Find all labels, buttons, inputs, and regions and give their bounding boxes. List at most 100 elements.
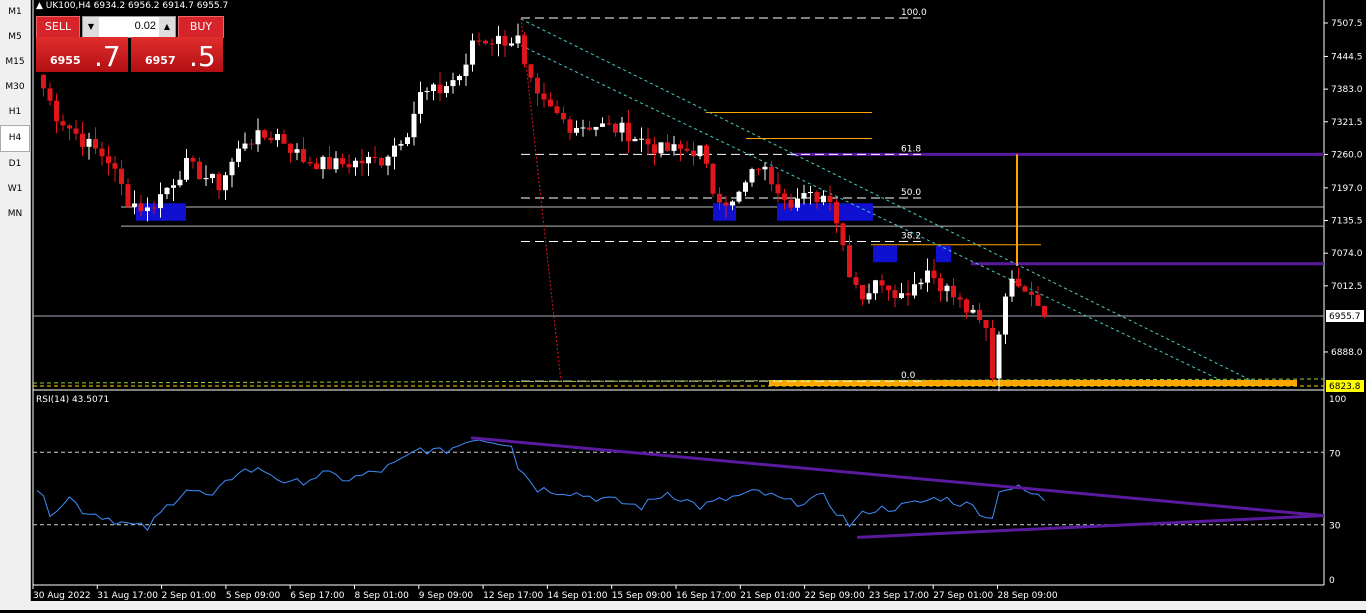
- candle-bull[interactable]: [619, 122, 625, 133]
- candle-bear[interactable]: [548, 99, 553, 107]
- candle-bear[interactable]: [528, 64, 534, 78]
- candle-bear[interactable]: [990, 327, 995, 379]
- candle-bear[interactable]: [886, 285, 891, 291]
- candle-bull[interactable]: [444, 86, 449, 93]
- candle-bear[interactable]: [67, 125, 72, 129]
- lot-size-stepper[interactable]: ▼ ▲: [82, 16, 176, 38]
- candle-bear[interactable]: [853, 277, 859, 285]
- candle-bull[interactable]: [333, 158, 339, 170]
- buy-price[interactable]: 6957 .5: [131, 37, 223, 73]
- candle-bear[interactable]: [951, 285, 956, 298]
- timeframe-m5[interactable]: M5: [0, 25, 30, 50]
- candle-bear[interactable]: [483, 40, 488, 44]
- candle-bear[interactable]: [1016, 278, 1021, 287]
- candle-bear[interactable]: [1029, 291, 1034, 295]
- candle-bull[interactable]: [762, 166, 768, 170]
- candle-bull[interactable]: [873, 280, 878, 294]
- candle-bear[interactable]: [775, 184, 781, 194]
- candle-bear[interactable]: [1042, 305, 1047, 317]
- timeframe-h4[interactable]: H4: [0, 125, 30, 152]
- candle-bear[interactable]: [717, 193, 722, 203]
- candle-bear[interactable]: [931, 270, 937, 279]
- candle-bear[interactable]: [613, 123, 618, 133]
- candle-bear[interactable]: [216, 173, 222, 191]
- candle-bull[interactable]: [970, 309, 976, 313]
- timeframe-w1[interactable]: W1: [0, 177, 30, 202]
- candle-bear[interactable]: [288, 143, 293, 153]
- candle-bull[interactable]: [398, 143, 404, 146]
- timeframe-mn[interactable]: MN: [0, 202, 30, 227]
- candle-bear[interactable]: [704, 145, 709, 164]
- candle-bull[interactable]: [366, 156, 371, 164]
- candle-bull[interactable]: [580, 127, 586, 129]
- candle-bull[interactable]: [392, 145, 397, 157]
- candle-bear[interactable]: [626, 122, 631, 142]
- candle-bear[interactable]: [879, 280, 885, 286]
- candle-bear[interactable]: [346, 164, 352, 168]
- candle-bear[interactable]: [340, 158, 345, 165]
- sell-button[interactable]: SELL: [36, 16, 80, 38]
- fib-trendline[interactable]: [520, 17, 562, 382]
- candle-bear[interactable]: [782, 193, 787, 200]
- candle-bull[interactable]: [405, 137, 410, 144]
- candle-bear[interactable]: [41, 74, 46, 89]
- candle-bull[interactable]: [145, 207, 150, 212]
- candle-bull[interactable]: [158, 194, 163, 209]
- candle-bull[interactable]: [899, 293, 904, 298]
- candle-bear[interactable]: [54, 100, 59, 122]
- candle-bear[interactable]: [80, 133, 85, 147]
- candle-bull[interactable]: [743, 182, 748, 192]
- candle-bull[interactable]: [996, 334, 1002, 379]
- candle-bull[interactable]: [944, 285, 950, 292]
- candle-bear[interactable]: [723, 202, 729, 206]
- candle-bull[interactable]: [320, 156, 326, 170]
- candle-bull[interactable]: [223, 175, 228, 191]
- candle-bull[interactable]: [912, 284, 917, 296]
- candle-bear[interactable]: [938, 278, 943, 292]
- timeframe-m1[interactable]: M1: [0, 0, 30, 25]
- candle-bear[interactable]: [106, 156, 111, 164]
- candle-bull[interactable]: [795, 198, 800, 208]
- candle-bear[interactable]: [197, 161, 202, 180]
- zone-rectangle[interactable]: [873, 245, 897, 263]
- candle-bull[interactable]: [457, 76, 462, 81]
- candle-bull[interactable]: [177, 179, 183, 186]
- candle-bull[interactable]: [210, 173, 215, 179]
- collapse-triangle-icon[interactable]: ▲: [36, 1, 46, 11]
- candle-bull[interactable]: [203, 178, 209, 180]
- candle-bear[interactable]: [977, 309, 982, 321]
- candle-bear[interactable]: [151, 207, 157, 209]
- candle-bear[interactable]: [281, 134, 287, 144]
- candle-bear[interactable]: [522, 35, 527, 65]
- candle-bear[interactable]: [652, 144, 657, 154]
- candle-bull[interactable]: [925, 270, 930, 283]
- candle-bear[interactable]: [905, 293, 911, 296]
- candle-bear[interactable]: [561, 112, 566, 120]
- candle-bear[interactable]: [860, 284, 865, 300]
- candle-bear[interactable]: [489, 43, 495, 45]
- candle-bear[interactable]: [73, 128, 79, 134]
- chart-tabs-strip[interactable]: [0, 601, 1366, 610]
- candle-bear[interactable]: [502, 35, 508, 46]
- candle-bear[interactable]: [93, 138, 98, 149]
- candle-bear[interactable]: [541, 93, 547, 100]
- decrease-lot-icon[interactable]: ▼: [83, 17, 99, 37]
- candle-bull[interactable]: [632, 138, 638, 142]
- candle-bear[interactable]: [359, 160, 365, 164]
- candle-bear[interactable]: [268, 137, 274, 141]
- candle-bear[interactable]: [476, 40, 482, 42]
- candle-bull[interactable]: [470, 40, 475, 65]
- candle-bear[interactable]: [840, 223, 846, 246]
- candle-bull[interactable]: [385, 156, 391, 166]
- candle-bear[interactable]: [769, 166, 774, 185]
- candle-bull[interactable]: [639, 138, 644, 140]
- candle-bull[interactable]: [294, 149, 300, 153]
- candle-bear[interactable]: [60, 121, 66, 126]
- zone-rectangle[interactable]: [936, 245, 951, 263]
- candle-bear[interactable]: [892, 290, 898, 298]
- candle-bear[interactable]: [372, 156, 378, 158]
- timeframe-m15[interactable]: M15: [0, 50, 30, 75]
- candle-bear[interactable]: [834, 201, 839, 224]
- candle-bear[interactable]: [327, 156, 332, 170]
- candle-bear[interactable]: [567, 119, 573, 133]
